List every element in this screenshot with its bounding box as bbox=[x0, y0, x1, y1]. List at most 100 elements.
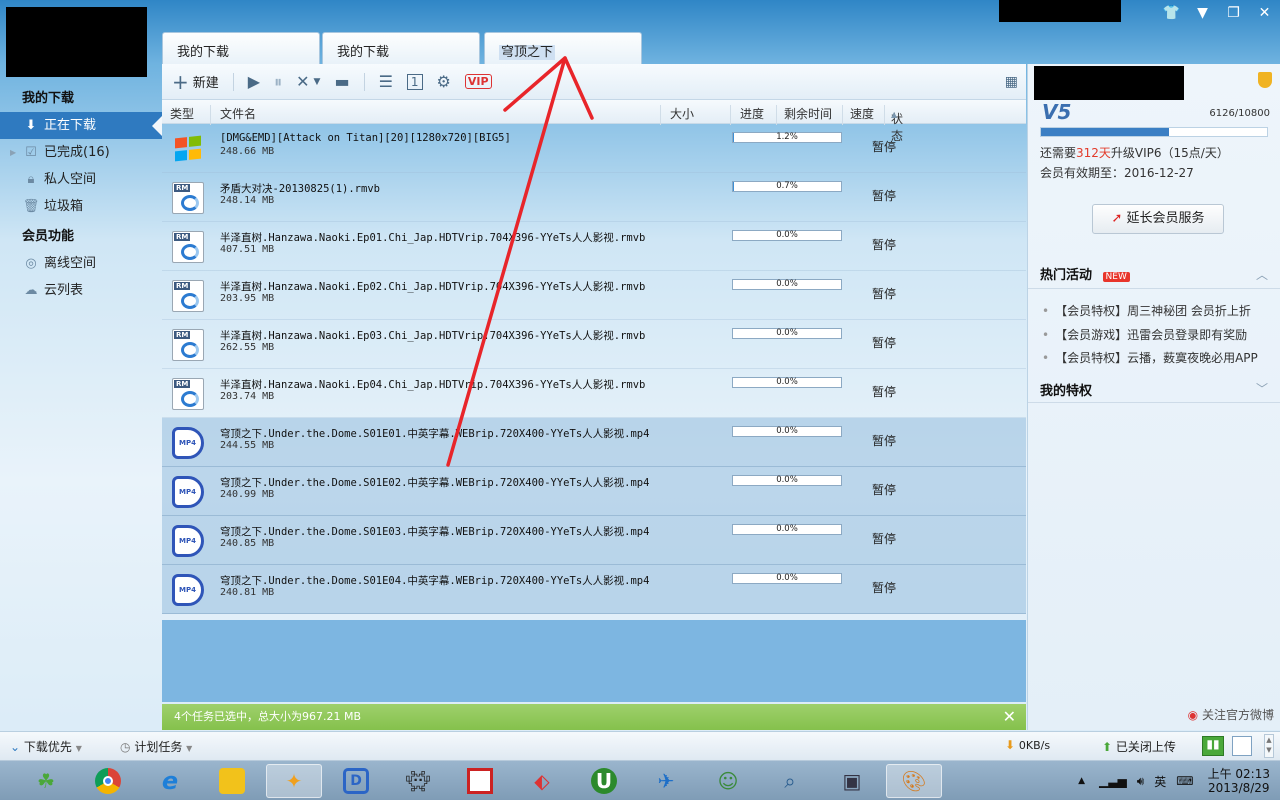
chrome-icon[interactable] bbox=[80, 764, 136, 798]
alien-icon[interactable]: 👾︎ bbox=[390, 764, 446, 798]
menu-dropdown-icon[interactable]: ▼ bbox=[1187, 5, 1218, 21]
table-row[interactable]: MP4 穹顶之下.Under.the.Dome.S01E04.中英字幕.WEBri… bbox=[162, 565, 1026, 614]
media-player-icon[interactable]: D bbox=[328, 764, 384, 798]
restore-window-icon[interactable]: ❐ bbox=[1218, 5, 1249, 21]
window-controls: 👕 ▼ ❐ ✕ bbox=[1156, 0, 1280, 26]
expand-icon[interactable]: ﹀ bbox=[1256, 380, 1268, 397]
table-row[interactable]: MP4 穹顶之下.Under.the.Dome.S01E01.中英字幕.WEBri… bbox=[162, 418, 1026, 467]
nav-item-cloud-list[interactable]: ☁ 云列表 bbox=[0, 277, 162, 304]
download-priority-button[interactable]: ⌄ 下载优先 ▼ bbox=[10, 738, 82, 755]
column-speed[interactable]: 速度 bbox=[850, 105, 874, 122]
queue-button[interactable]: 1 bbox=[406, 73, 423, 90]
hot-item-1[interactable]: • 【会员特权】周三神秘团 会员折上折 bbox=[1042, 302, 1251, 319]
monitor-icon[interactable]: ▣ bbox=[824, 764, 880, 798]
table-row[interactable]: RM 半泽直树.Hanzawa.Naoki.Ep02.Chi_Jap.HDTVri… bbox=[162, 271, 1026, 320]
column-size[interactable]: 大小 bbox=[670, 105, 694, 122]
cloud-icon: ☁ bbox=[24, 283, 38, 298]
thunder-app-icon[interactable]: ✦ bbox=[266, 764, 322, 798]
delete-button[interactable]: ✕ ▼ bbox=[296, 72, 320, 91]
progress-bar: 0.0% bbox=[732, 279, 842, 290]
table-row[interactable]: RM 半泽直树.Hanzawa.Naoki.Ep03.Chi_Jap.HDTVri… bbox=[162, 320, 1026, 369]
hot-item-2[interactable]: • 【会员游戏】迅雷会员登录即有奖励 bbox=[1042, 326, 1247, 343]
tab-under-the-dome[interactable]: 穹顶之下 bbox=[484, 32, 642, 64]
upload-arrow-icon: ⬆ bbox=[1102, 740, 1113, 754]
panel-toggle-button[interactable] bbox=[1232, 736, 1252, 756]
keyboard-icon[interactable]: ⌨ bbox=[1176, 774, 1193, 788]
schedule-label: 计划任务 bbox=[134, 740, 183, 754]
nav-item-label: 私人空间 bbox=[44, 172, 97, 187]
open-folder-button[interactable]: ▬ bbox=[334, 72, 349, 91]
column-remaining[interactable]: 剩余时间 bbox=[784, 105, 832, 122]
game-icon[interactable] bbox=[452, 764, 508, 798]
tab-my-downloads-1[interactable]: 我的下载 bbox=[162, 32, 320, 64]
start-button[interactable]: ▶ bbox=[248, 72, 260, 91]
pause-button[interactable]: ⏸ bbox=[274, 72, 282, 92]
table-row[interactable]: RM 半泽直树.Hanzawa.Naoki.Ep04.Chi_Jap.HDTVri… bbox=[162, 369, 1026, 418]
progress-text: 0.0% bbox=[776, 475, 798, 485]
close-icon[interactable]: ✕ bbox=[1003, 704, 1016, 730]
redacted-logo bbox=[6, 7, 147, 77]
selection-text: 4个任务已选中，总大小为967.21 MB bbox=[174, 710, 362, 723]
bird-icon[interactable]: ✈ bbox=[638, 764, 694, 798]
nav-item-private-space[interactable]: 🔒︎ 私人空间 bbox=[0, 166, 162, 193]
tray-expand-icon[interactable]: ▲ bbox=[1078, 776, 1085, 786]
ie-icon[interactable]: e bbox=[142, 764, 198, 798]
nav-item-offline-space[interactable]: ◎ 离线空间 bbox=[0, 250, 162, 277]
sort-button[interactable]: ☰ bbox=[379, 72, 393, 91]
status-text: 暂停 bbox=[872, 532, 897, 546]
nav-item-downloading[interactable]: ⬇ 正在下载 bbox=[0, 112, 162, 139]
vip-button[interactable]: VIP bbox=[464, 74, 492, 89]
start-clover-icon[interactable]: ☘ bbox=[18, 764, 74, 798]
hot-item-3[interactable]: • 【会员特权】云播，薮寞夜晚必用APP bbox=[1042, 349, 1258, 366]
clock[interactable]: 上午 02:13 2013/8/29 bbox=[1208, 767, 1270, 795]
search-icon[interactable]: ⌕ bbox=[762, 764, 818, 798]
close-window-icon[interactable]: ✕ bbox=[1249, 5, 1280, 21]
settings-button[interactable]: ⚙ bbox=[437, 72, 451, 91]
volume-icon[interactable]: 🔊︎ bbox=[1137, 774, 1145, 789]
nav-item-trash[interactable]: 🗑︎ 垃圾箱 bbox=[0, 193, 162, 220]
follow-weibo-link[interactable]: ◉ 关注官方微博 bbox=[1188, 706, 1274, 723]
rm-file-icon: RM bbox=[172, 329, 204, 361]
nav-item-label: 垃圾箱 bbox=[44, 199, 84, 214]
ime-indicator[interactable]: 英 bbox=[1154, 773, 1166, 790]
shield-icon bbox=[1258, 72, 1272, 88]
palette-icon[interactable]: 🎨︎ bbox=[886, 764, 942, 798]
renew-membership-button[interactable]: ➚ 延长会员服务 bbox=[1092, 204, 1224, 234]
column-name[interactable]: 文件名 bbox=[220, 105, 256, 122]
chat-app-icon[interactable]: ☺ bbox=[700, 764, 756, 798]
collapse-icon[interactable]: ︿ bbox=[1256, 266, 1268, 283]
mp4-file-icon: MP4 bbox=[172, 427, 204, 459]
network-icon[interactable]: ▁▃▅ bbox=[1099, 774, 1127, 788]
table-row[interactable]: MP4 穹顶之下.Under.the.Dome.S01E03.中英字幕.WEBri… bbox=[162, 516, 1026, 565]
scrollbar[interactable]: ▲ ▼ bbox=[1264, 734, 1274, 758]
expand-arrow-icon[interactable]: ▶ bbox=[10, 139, 16, 166]
toolbar-divider bbox=[232, 72, 234, 91]
table-row[interactable]: RM 半泽直树.Hanzawa.Naoki.Ep01.Chi_Jap.HDTVri… bbox=[162, 222, 1026, 271]
grid-view-button[interactable]: ▦ bbox=[1005, 74, 1018, 90]
column-progress[interactable]: 进度 bbox=[740, 105, 764, 122]
column-divider bbox=[842, 105, 843, 125]
table-row[interactable]: MP4 穹顶之下.Under.the.Dome.S01E02.中英字幕.WEBri… bbox=[162, 467, 1026, 516]
chart-view-button[interactable]: ▮▮ bbox=[1202, 736, 1224, 756]
table-row[interactable]: [DMG&EMD][Attack on Titan][20][1280x720]… bbox=[162, 124, 1026, 173]
toolbar-divider bbox=[363, 72, 365, 91]
clock-time: 上午 02:13 bbox=[1207, 767, 1270, 781]
column-type[interactable]: 类型 bbox=[170, 105, 194, 122]
progress-bar: 0.0% bbox=[732, 524, 842, 535]
follow-weibo-label: 关注官方微博 bbox=[1201, 708, 1274, 722]
tab-my-downloads-2[interactable]: 我的下载 bbox=[322, 32, 480, 64]
skin-icon[interactable]: 👕 bbox=[1156, 5, 1187, 21]
app-yellow-icon[interactable] bbox=[204, 764, 260, 798]
upload-status-button[interactable]: ⬆ 已关闭上传 bbox=[1102, 738, 1176, 755]
nav-item-completed[interactable]: ▶ ☑ 已完成(16) bbox=[0, 139, 162, 166]
utorrent-icon[interactable]: U bbox=[576, 764, 632, 798]
new-task-button[interactable]: + 新建 bbox=[172, 70, 219, 94]
paint-icon[interactable]: ⬖ bbox=[514, 764, 570, 798]
table-row[interactable]: RM 矛盾大对决-20130825(1).rmvb 248.14 MB 0.7% 暂停 bbox=[162, 173, 1026, 222]
column-divider bbox=[776, 105, 777, 125]
new-task-label: 新建 bbox=[192, 76, 219, 91]
scheduled-task-button[interactable]: ◷ 计划任务 ▼ bbox=[120, 738, 192, 755]
download-speed: ⬇ 0KB/s bbox=[1005, 738, 1050, 752]
progress-text: 0.0% bbox=[776, 377, 798, 387]
member-level-badge: V5 bbox=[1042, 100, 1072, 124]
